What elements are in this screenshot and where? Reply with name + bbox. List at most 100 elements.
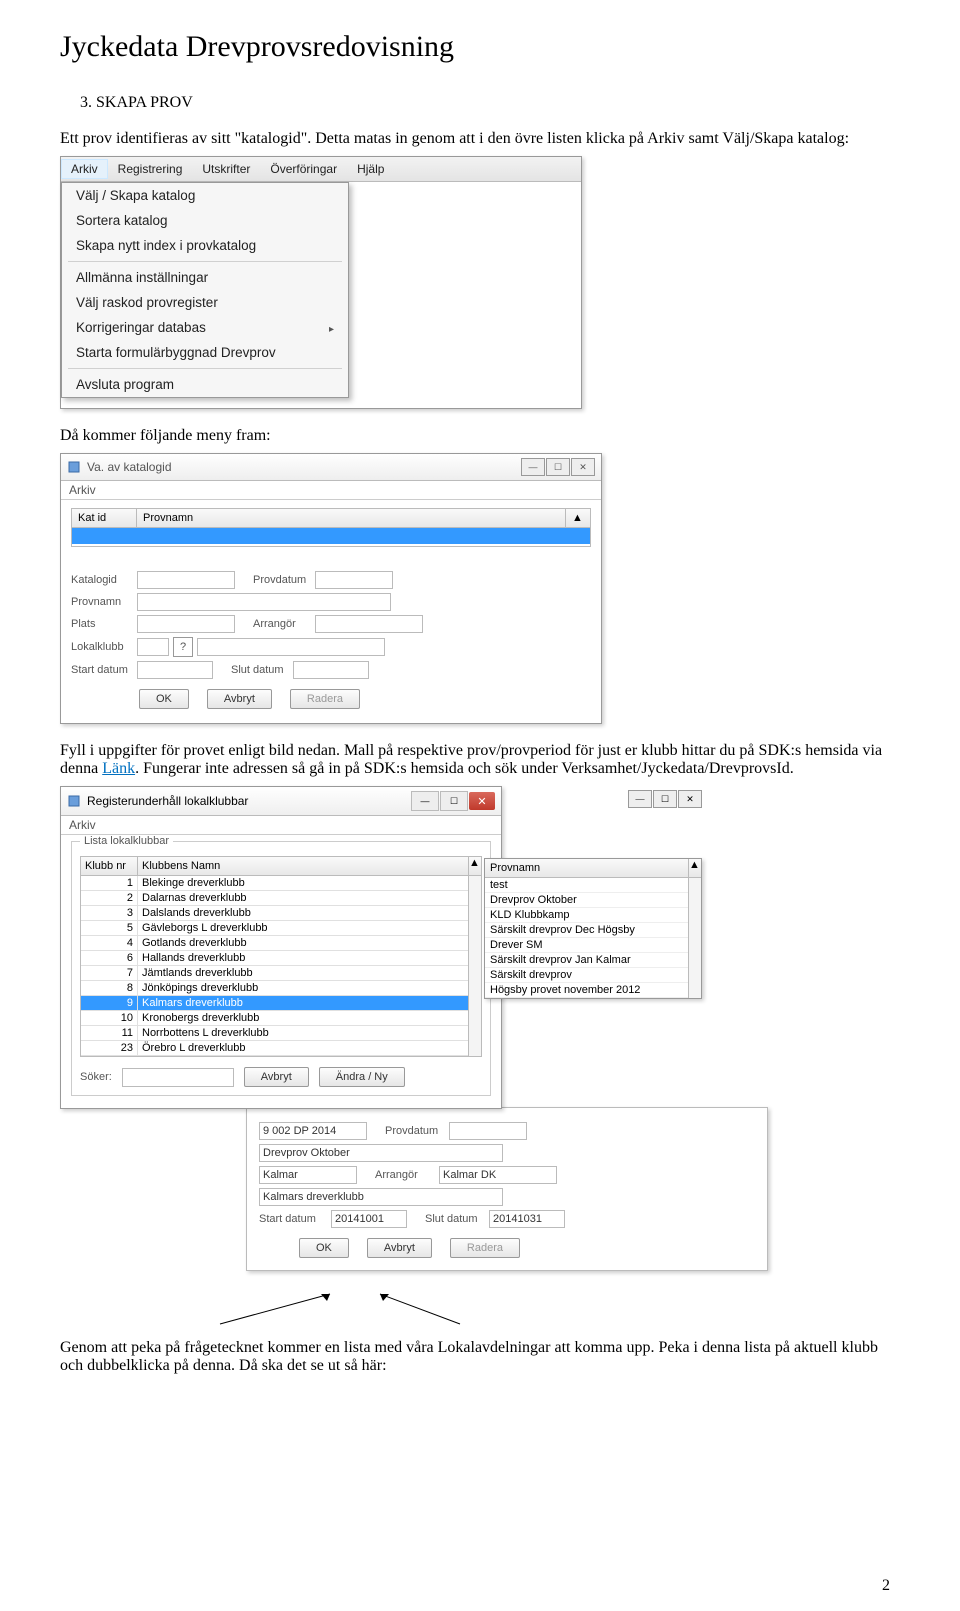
reg-andra-button[interactable]: Ändra / Ny [319,1067,405,1087]
fld-katalogid[interactable] [137,571,235,589]
list-item[interactable]: 5Gävleborgs L dreverklubb [81,921,468,936]
list-item[interactable]: 9Kalmars dreverklubb [81,996,468,1011]
fld2-arrangor[interactable]: Kalmar DK [439,1166,557,1184]
fld-lokalklubb[interactable] [137,638,169,656]
fld-plats[interactable] [137,615,235,633]
reg-scrollbar[interactable] [468,876,481,1056]
fld-provdatum[interactable] [315,571,393,589]
th-provnamn[interactable]: Provnamn [137,509,566,527]
question-button[interactable]: ? [173,637,193,657]
menu-item[interactable]: Avsluta program [62,372,348,397]
avbryt-button[interactable]: Avbryt [207,689,272,709]
reg-avbryt-button[interactable]: Avbryt [244,1067,309,1087]
menu-item[interactable]: Korrigeringar databas [62,315,348,340]
dialog-title-text: Va. av katalogid [87,460,172,474]
radera-button[interactable]: Radera [290,689,360,709]
reg-close-button[interactable]: ✕ [469,792,495,810]
radera2-button[interactable]: Radera [450,1238,520,1258]
ok-button[interactable]: OK [139,689,189,709]
rl-header[interactable]: Provnamn [485,859,688,877]
menu-item[interactable]: Välj / Skapa katalog [62,183,348,208]
dialog-table-body[interactable] [71,528,591,547]
ok2-button[interactable]: OK [299,1238,349,1258]
list-item-nr: 9 [81,996,138,1010]
menubar-item-hjälp[interactable]: Hjälp [347,159,394,179]
reg-th-nr[interactable]: Klubb nr [81,857,138,875]
list-item[interactable]: 23Örebro L dreverklubb [81,1041,468,1056]
dialog-arkiv-strip[interactable]: Arkiv [61,481,601,500]
lbl-provnamn: Provnamn [71,596,137,608]
menu-item[interactable]: Allmänna inställningar [62,265,348,290]
fld-lokalklubb-name[interactable] [197,638,385,656]
fld2-provnamn[interactable]: Drevprov Oktober [259,1144,503,1162]
list-item-name: Hallands dreverklubb [138,951,468,965]
list-item[interactable]: Särskilt drevprov Jan Kalmar [485,953,688,968]
reg-maximize-button[interactable]: ☐ [440,791,468,811]
menu-item[interactable]: Skapa nytt index i provkatalog [62,233,348,258]
page-title: Jyckedata Drevprovsredovisning [60,30,900,64]
final-paragraph: Genom att peka på frågetecknet kommer en… [60,1339,900,1375]
menubar-item-arkiv[interactable]: Arkiv [61,159,108,179]
list-item[interactable]: Särskilt drevprov [485,968,688,983]
list-item[interactable]: 1Blekinge dreverklubb [81,876,468,891]
list-item[interactable]: 6Hallands dreverklubb [81,951,468,966]
maximize-button[interactable]: ☐ [546,458,570,476]
fld2-katalogid[interactable]: 9 002 DP 2014 [259,1122,367,1140]
reg-soker-field[interactable] [122,1068,234,1087]
th-katid[interactable]: Kat id [72,509,137,527]
list-item[interactable]: 2Dalarnas dreverklubb [81,891,468,906]
avbryt2-button[interactable]: Avbryt [367,1238,432,1258]
rl-minimize-button[interactable]: — [628,790,652,808]
fld2-slutdatum[interactable]: 20141031 [489,1210,565,1228]
after-form-text-b: . Fungerar inte adressen så gå in på SDK… [135,760,794,777]
close-button[interactable]: ✕ [571,458,595,476]
fld2-provdatum[interactable] [449,1122,527,1140]
rl-scrollbar[interactable] [688,878,701,998]
fld-slutdatum[interactable] [293,661,369,679]
link-lank[interactable]: Länk [102,760,135,777]
rl-maximize-button[interactable]: ☐ [653,790,677,808]
reg-th-name[interactable]: Klubbens Namn [138,857,468,875]
fld-startdatum[interactable] [137,661,213,679]
menu-item[interactable]: Sortera katalog [62,208,348,233]
menu-item[interactable]: Välj raskod provregister [62,290,348,315]
list-item[interactable]: Drevprov Oktober [485,893,688,908]
list-item[interactable]: Drever SM [485,938,688,953]
list-item-name: Kalmars dreverklubb [138,996,468,1010]
list-item-nr: 1 [81,876,138,890]
rl-close-button[interactable]: ✕ [678,790,702,808]
list-item[interactable]: KLD Klubbkamp [485,908,688,923]
minimize-button[interactable]: — [521,458,545,476]
list-item[interactable]: test [485,878,688,893]
list-item[interactable]: 10Kronobergs dreverklubb [81,1011,468,1026]
screenshot-filled-form: 9 002 DP 2014 Provdatum Drevprov Oktober… [246,1107,768,1271]
dialog-icon [67,460,81,474]
lbl-arrangor: Arrangör [253,618,315,630]
list-item[interactable]: 11Norrbottens L dreverklubb [81,1026,468,1041]
menubar-item-registrering[interactable]: Registrering [108,159,193,179]
selected-row[interactable] [72,528,590,544]
menubar-item-överföringar[interactable]: Överföringar [260,159,347,179]
fld2-lokalklubb[interactable]: Kalmars dreverklubb [259,1188,503,1206]
fld2-plats[interactable]: Kalmar [259,1166,357,1184]
list-item-nr: 5 [81,921,138,935]
menu-item[interactable]: Starta formulärbyggnad Drevprov [62,340,348,365]
fld-provnamn[interactable] [137,593,391,611]
list-item-nr: 4 [81,936,138,950]
reg-arkiv-strip[interactable]: Arkiv [61,816,501,835]
reg-minimize-button[interactable]: — [411,791,439,811]
list-item[interactable]: 7Jämtlands dreverklubb [81,966,468,981]
list-item[interactable]: 3Dalslands dreverklubb [81,906,468,921]
list-item-nr: 23 [81,1041,138,1055]
list-item-nr: 8 [81,981,138,995]
list-item-nr: 7 [81,966,138,980]
fld-arrangor[interactable] [315,615,423,633]
list-item[interactable]: Särskilt drevprov Dec Högsby [485,923,688,938]
list-item[interactable]: 4Gotlands dreverklubb [81,936,468,951]
list-item-name: Kronobergs dreverklubb [138,1011,468,1025]
dialog-table-header: Kat id Provnamn ▲ [71,508,591,528]
menubar-item-utskrifter[interactable]: Utskrifter [192,159,260,179]
fld2-startdatum[interactable]: 20141001 [331,1210,407,1228]
list-item[interactable]: 8Jönköpings dreverklubb [81,981,468,996]
list-item[interactable]: Högsby provet november 2012 [485,983,688,998]
